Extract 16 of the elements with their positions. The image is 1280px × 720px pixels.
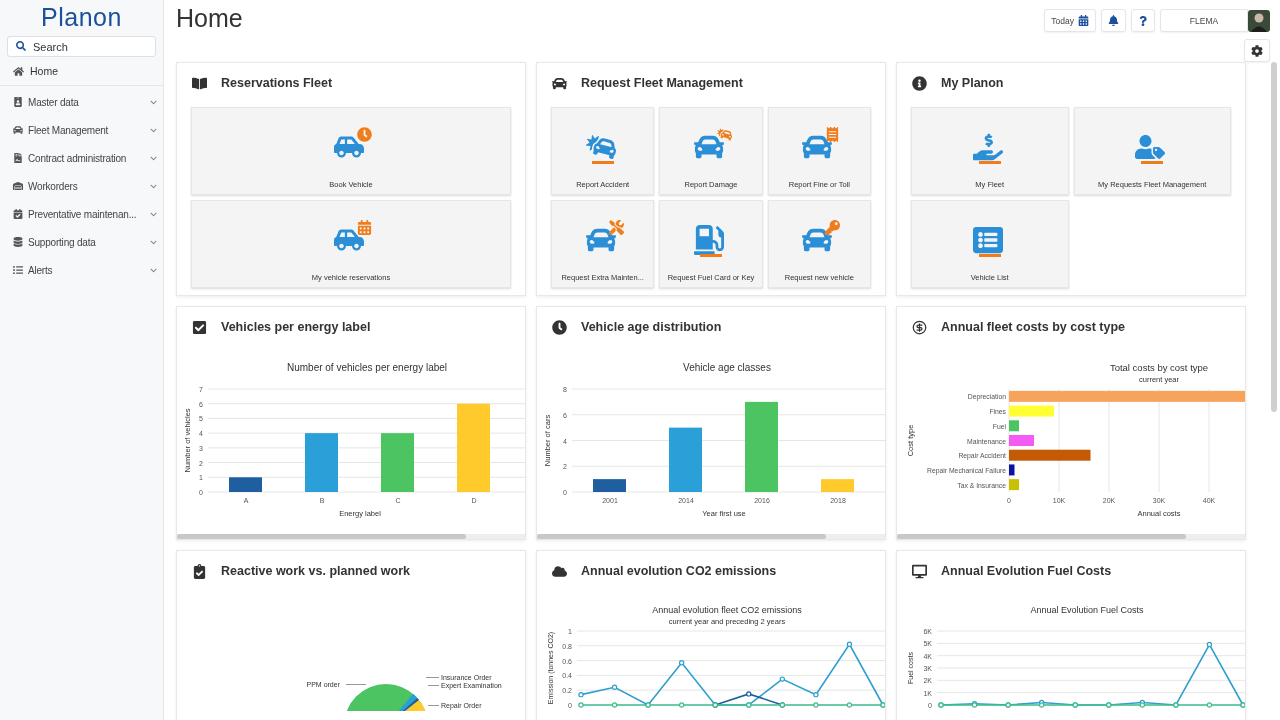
chart-title: Annual evolution fleet CO2 emissions	[652, 605, 802, 615]
chart-title: Annual Evolution Fuel Costs	[1030, 605, 1144, 615]
panel-title: Reservations Fleet	[221, 76, 333, 90]
page-title: Home	[176, 4, 243, 33]
logo: Planon	[41, 2, 122, 33]
panel-title: Annual evolution CO2 emissions	[581, 564, 777, 578]
panel-title: My Planon	[941, 76, 1004, 90]
panel-title: Reactive work vs. planned work	[221, 564, 410, 578]
chart-title: Vehicle age classes	[683, 362, 771, 373]
panel-title: Vehicle age distribution	[581, 320, 722, 334]
panel-title: Vehicles per energy label	[221, 320, 371, 334]
panel-title: Annual Evolution Fuel Costs	[941, 564, 1112, 578]
chart-title: Total costs by cost type	[1109, 362, 1209, 373]
chart-title: Number of vehicles per energy label	[286, 362, 448, 373]
panel-title: Annual fleet costs by cost type	[941, 320, 1126, 334]
panel-title: Request Fleet Management	[581, 76, 743, 90]
